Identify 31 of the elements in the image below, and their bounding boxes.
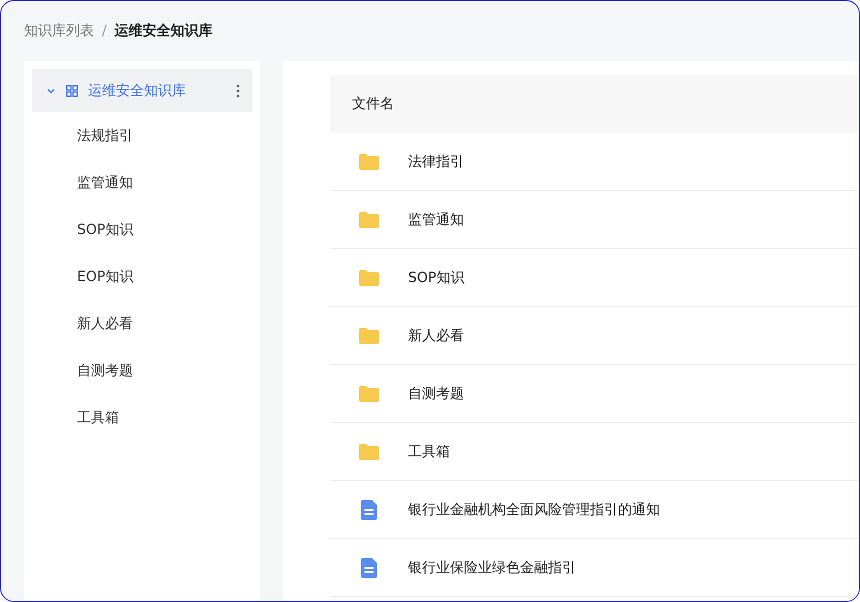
- folder-icon: [359, 154, 379, 170]
- file-name[interactable]: 自测考题: [408, 384, 464, 402]
- file-name[interactable]: 工具箱: [408, 442, 450, 460]
- folder-icon: [359, 444, 379, 460]
- tree-item[interactable]: 监管通知: [24, 159, 260, 206]
- folder-icon: [359, 386, 379, 402]
- tree-item-label: 运维安全知识库: [88, 82, 187, 100]
- grid-icon: [66, 84, 78, 96]
- tree-item[interactable]: 新人必看: [24, 300, 260, 347]
- breadcrumb-separator: /: [102, 23, 107, 39]
- file-name[interactable]: 银行业金融机构全面风险管理指引的通知: [408, 500, 660, 518]
- tree-item[interactable]: SOP知识: [24, 206, 260, 253]
- document-icon: [361, 558, 377, 578]
- folder-icon: [359, 270, 379, 286]
- tree-item[interactable]: 运维安全知识库: [32, 69, 252, 112]
- tree-item[interactable]: 自测考题: [24, 347, 260, 394]
- breadcrumb-item: 运维安全知识库: [114, 22, 213, 40]
- folder-icon: [359, 212, 379, 228]
- document-icon: [361, 500, 377, 520]
- tree-item[interactable]: 工具箱: [24, 394, 260, 441]
- column-header: 文件名: [352, 95, 394, 113]
- breadcrumb-item[interactable]: 知识库列表: [24, 22, 94, 40]
- folder-icon: [359, 328, 379, 344]
- file-name[interactable]: 新人必看: [408, 326, 464, 344]
- file-name[interactable]: 法律指引: [408, 152, 464, 170]
- tree-item[interactable]: EOP知识: [24, 253, 260, 300]
- more-icon[interactable]: [236, 84, 240, 98]
- file-name[interactable]: SOP知识: [408, 268, 464, 286]
- tree-item[interactable]: 法规指引: [24, 112, 260, 159]
- file-name[interactable]: 银行业保险业绿色金融指引: [408, 558, 576, 576]
- file-name[interactable]: 监管通知: [408, 210, 464, 228]
